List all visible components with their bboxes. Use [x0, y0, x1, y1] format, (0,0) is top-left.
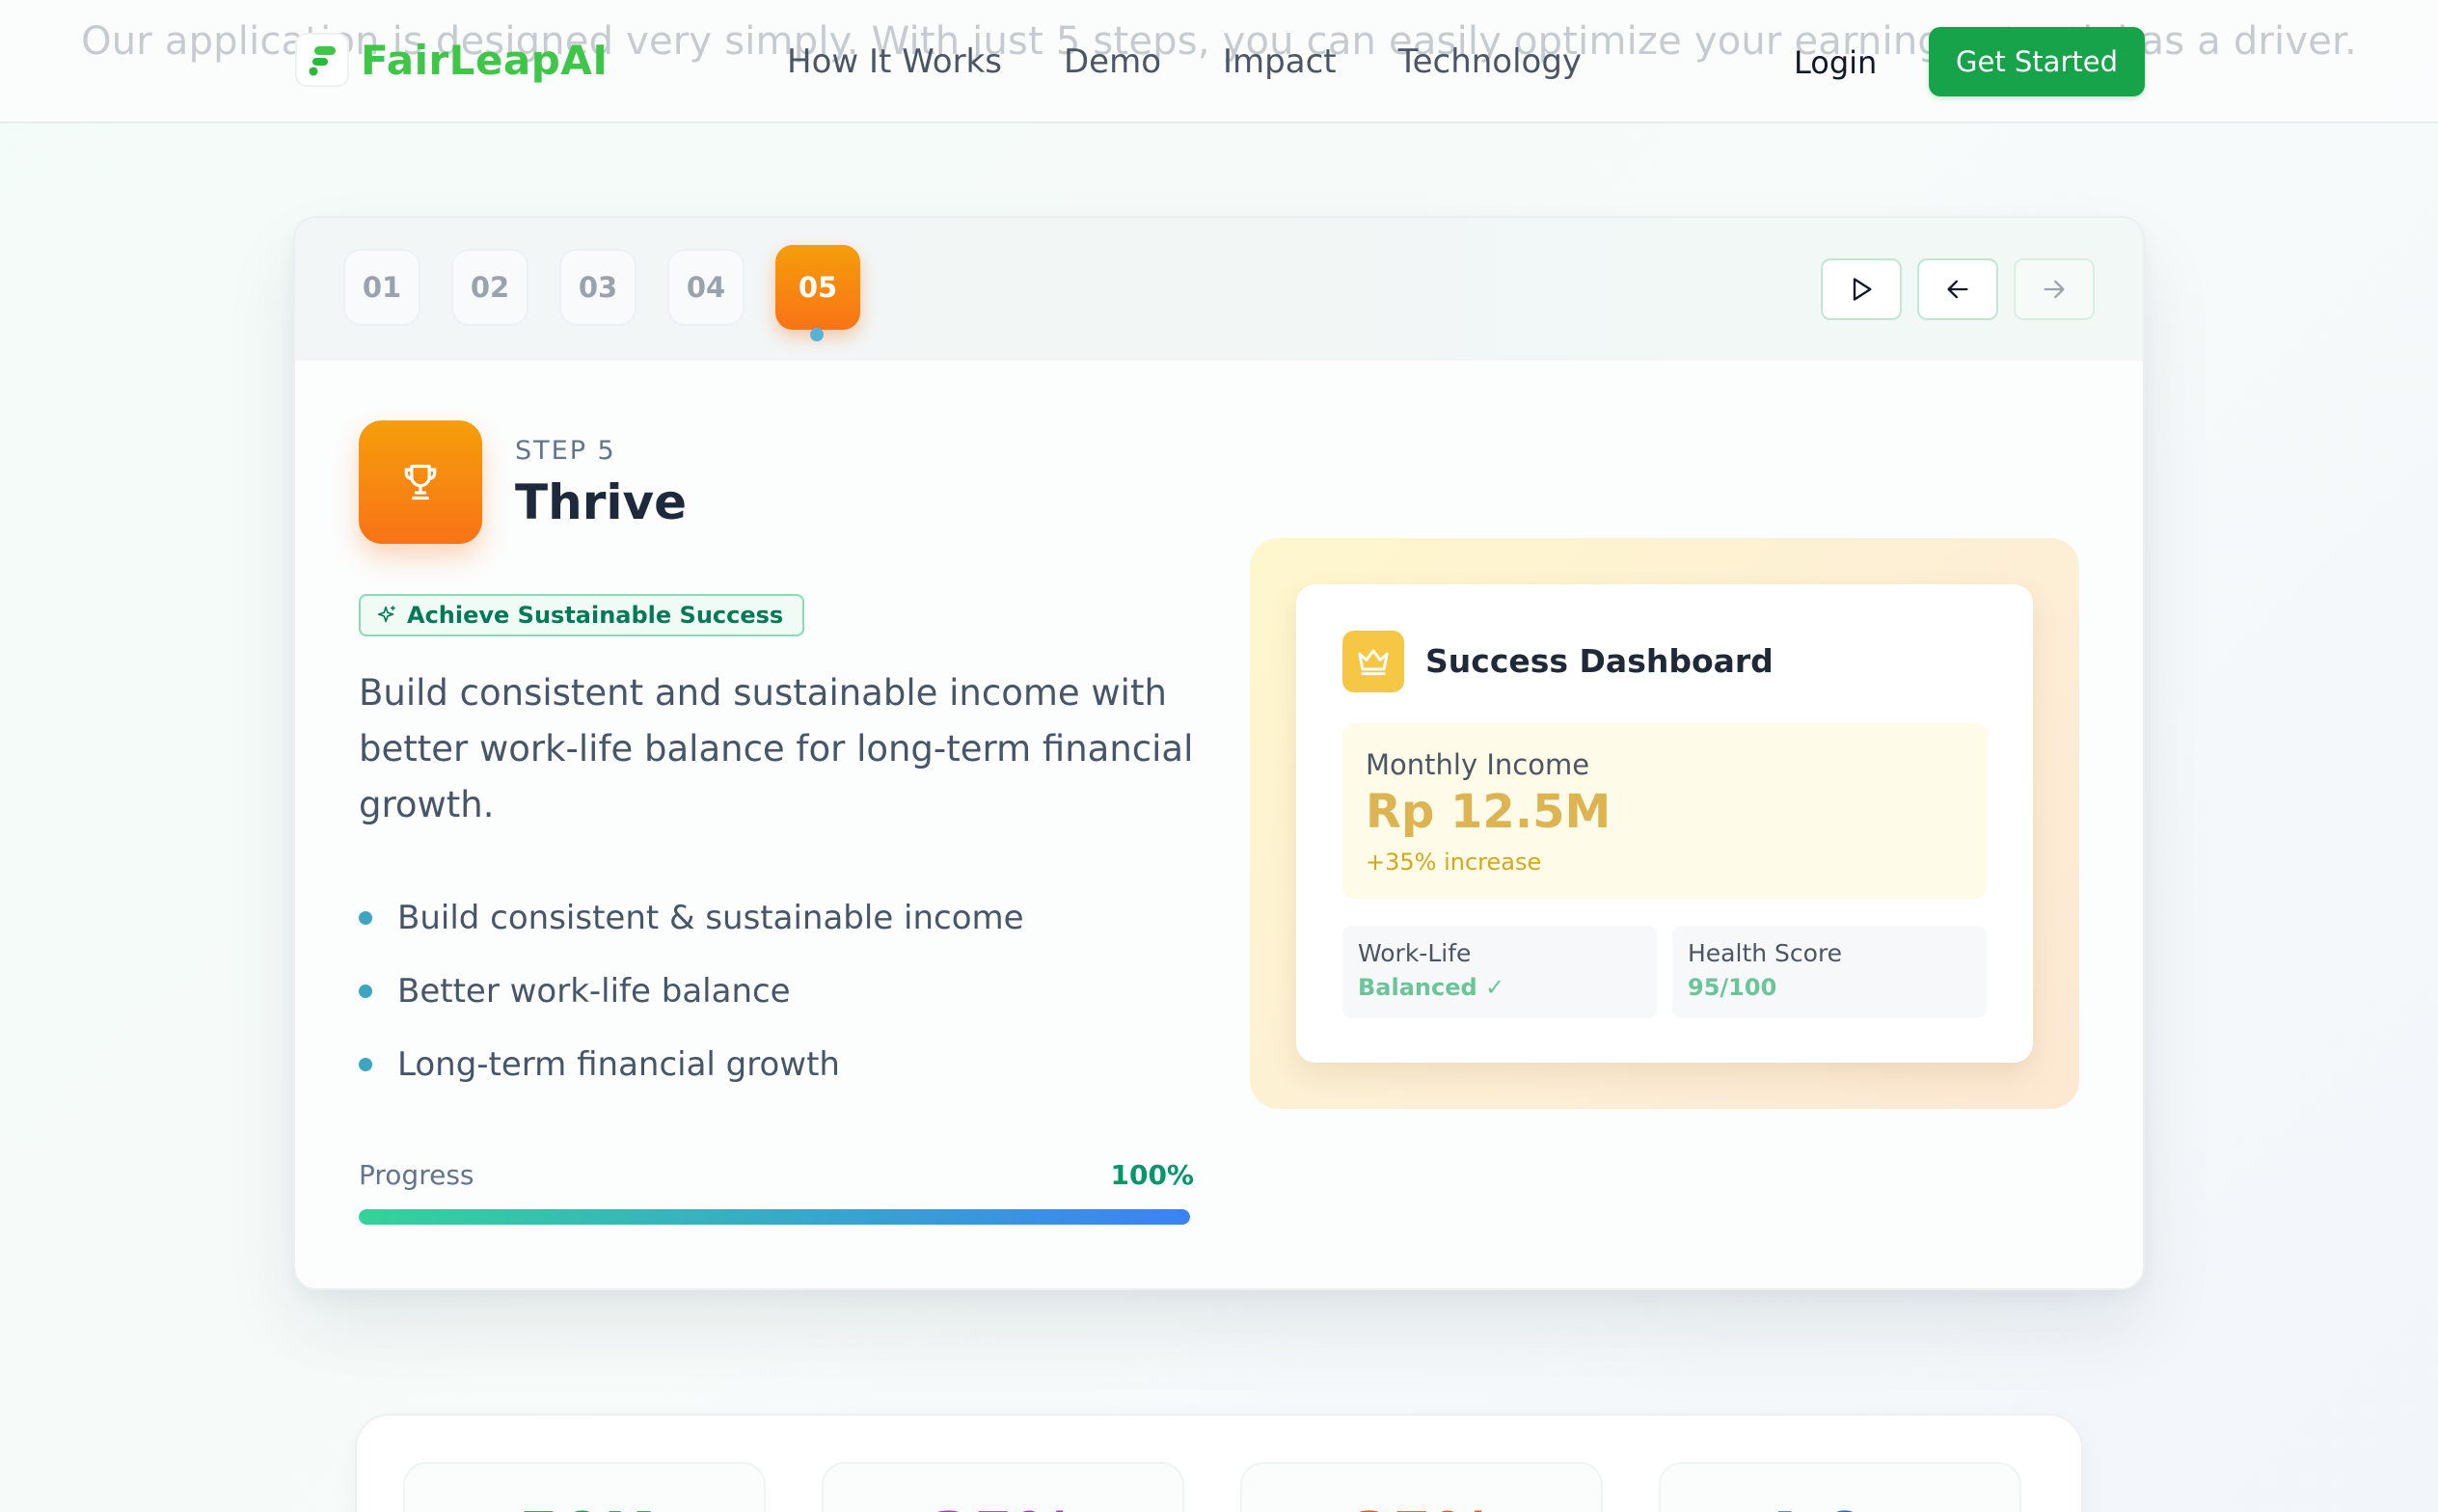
- health-score-value: 95/100: [1688, 974, 1777, 1001]
- work-life-label: Work-Life: [1358, 939, 1472, 967]
- main-nav: How It Works Demo Impact Technology: [787, 39, 1643, 85]
- stat-card: 50K: [403, 1462, 766, 1512]
- benefit-text: Better work-life balance: [397, 972, 791, 1011]
- dashboard-title: Success Dashboard: [1425, 642, 1774, 680]
- step-benefits-list: Build consistent & sustainable income Be…: [359, 881, 1024, 1101]
- step-chip-05-label: 05: [798, 271, 838, 304]
- active-step-indicator: [810, 328, 824, 341]
- step-icon-tile: [359, 420, 482, 544]
- login-link[interactable]: Login: [1794, 40, 1877, 85]
- step-chip-02[interactable]: 02: [451, 249, 528, 326]
- logo-icon: [295, 33, 349, 87]
- steps-card: 01 02 03 04 05 STEP 5 Thrive Achieve Sus…: [293, 216, 2145, 1290]
- step-tag-text: Achieve Sustainable Success: [407, 602, 784, 629]
- crown-icon: [1358, 649, 1389, 676]
- nav-impact[interactable]: Impact: [1223, 39, 1337, 85]
- stat-card: 85%: [1240, 1462, 1603, 1512]
- monthly-income-box: Monthly Income Rp 12.5M +35% increase: [1342, 723, 1987, 899]
- income-label: Monthly Income: [1366, 748, 1590, 781]
- health-score-box: Health Score 95/100: [1672, 926, 1987, 1018]
- progress-value: 100%: [1110, 1159, 1194, 1191]
- bullet-dot-icon: [359, 1058, 372, 1071]
- list-item: Better work-life balance: [359, 955, 1024, 1028]
- work-life-value: Balanced ✓: [1358, 974, 1505, 1001]
- step-chip-03[interactable]: 03: [559, 249, 637, 326]
- income-value: Rp 12.5M: [1366, 785, 1612, 839]
- step-title: Thrive: [515, 474, 688, 530]
- progress-label: Progress: [359, 1159, 474, 1191]
- stat-value: 35%: [824, 1500, 1182, 1512]
- benefit-text: Long-term financial growth: [397, 1045, 840, 1084]
- step-chip-05-active[interactable]: 05: [775, 245, 860, 341]
- success-dashboard-card: Success Dashboard Monthly Income Rp 12.5…: [1296, 584, 2033, 1063]
- stat-value: 85%: [1242, 1500, 1601, 1512]
- brand-logo[interactable]: FairLeapAI: [295, 33, 608, 87]
- step-controls: [1805, 258, 2095, 320]
- step-chip-04[interactable]: 04: [667, 249, 745, 326]
- dashboard-icon-tile: [1342, 631, 1404, 692]
- step-number-label: STEP 5: [515, 436, 616, 466]
- previous-step-button[interactable]: [1917, 258, 1998, 320]
- bullet-dot-icon: [359, 911, 372, 925]
- progress-bar: [359, 1209, 1190, 1225]
- bullet-dot-icon: [359, 985, 372, 998]
- step-selector: 01 02 03 04 05: [343, 245, 891, 341]
- dashboard-preview-panel: Success Dashboard Monthly Income Rp 12.5…: [1250, 538, 2079, 1109]
- step-tag-badge: Achieve Sustainable Success: [359, 594, 805, 636]
- play-button[interactable]: [1821, 258, 1902, 320]
- brand-name: FairLeapAI: [361, 36, 609, 84]
- trophy-icon: [404, 464, 437, 500]
- next-step-button[interactable]: [2014, 258, 2095, 320]
- step-description: Build consistent and sustainable income …: [359, 672, 1194, 825]
- arrow-left-icon: [1947, 280, 1968, 299]
- income-delta: +35% increase: [1366, 849, 1542, 876]
- health-score-label: Health Score: [1688, 939, 1843, 967]
- nav-technology[interactable]: Technology: [1398, 39, 1582, 85]
- nav-how-it-works[interactable]: How It Works: [787, 39, 1002, 85]
- play-icon: [1853, 278, 1872, 301]
- stats-strip: 50K 35% 85% 4.9★: [355, 1414, 2083, 1512]
- list-item: Long-term financial growth: [359, 1028, 1024, 1101]
- top-header: Our application is designed very simply.…: [0, 0, 2438, 123]
- arrow-right-icon: [2044, 280, 2065, 299]
- stat-card: 35%: [822, 1462, 1184, 1512]
- progress-bar-fill: [359, 1209, 1190, 1225]
- get-started-button[interactable]: Get Started: [1929, 27, 2145, 96]
- sparkle-icon: [377, 606, 395, 623]
- steps-toolbar: 01 02 03 04 05: [295, 218, 2143, 361]
- stat-card: 4.9★: [1659, 1462, 2021, 1512]
- list-item: Build consistent & sustainable income: [359, 881, 1024, 955]
- nav-demo[interactable]: Demo: [1064, 39, 1161, 85]
- benefit-text: Build consistent & sustainable income: [397, 899, 1024, 937]
- work-life-box: Work-Life Balanced ✓: [1342, 926, 1657, 1018]
- stat-value: 4.9★: [1661, 1500, 2019, 1512]
- stat-value: 50K: [405, 1500, 764, 1512]
- step-chip-01[interactable]: 01: [343, 249, 420, 326]
